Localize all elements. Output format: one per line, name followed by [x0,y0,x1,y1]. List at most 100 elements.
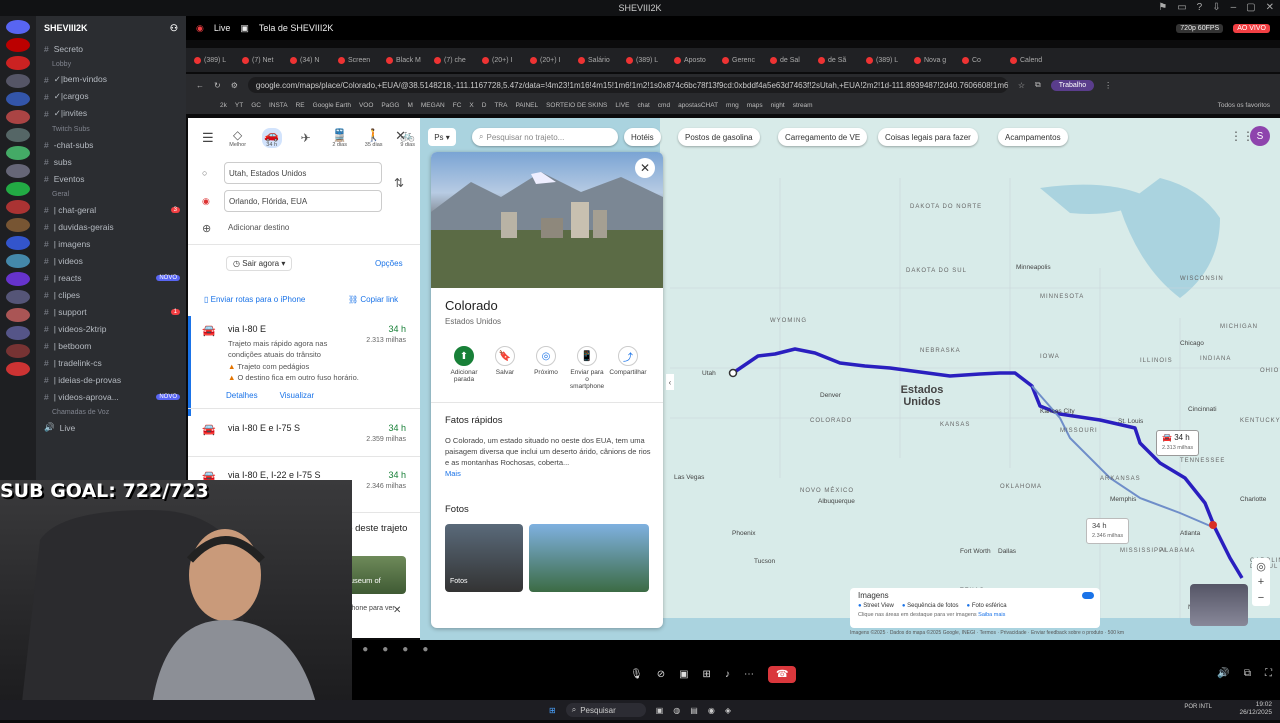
star-icon[interactable]: ☆ [1018,81,1025,90]
channel-item[interactable]: # | tradelink-cs [36,354,186,371]
browser-tab[interactable]: Calend [1010,52,1054,68]
bookmark-item[interactable]: apostasCHAT [678,102,718,109]
place-action-1[interactable]: 🔖 Salvar [490,346,520,376]
origin-marker[interactable] [728,368,738,378]
channel-item[interactable]: 🔊 Live [36,419,186,436]
route-option-3[interactable]: 🚘 via I-80 E, I-22 e I-75 S 34 h 2.346 m… [188,470,420,490]
all-bookmarks[interactable]: Todos os favoritos [1218,102,1270,109]
taskbar-app-icon[interactable]: ◈ [725,706,731,715]
route-search-input[interactable]: ⌕ Pesquisar no trajeto... [472,128,618,146]
bookmark-item[interactable]: SORTEIO DE SKINS [546,102,607,109]
send-to-phone-link[interactable]: ▯ Enviar rotas para o iPhone [204,295,305,304]
bookmark-item[interactable]: stream [793,102,813,109]
bookmark-item[interactable]: INSTA [269,102,288,109]
bookmark-item[interactable]: RE [296,102,305,109]
profile-button[interactable]: Trabalho [1050,79,1095,91]
pin-icon[interactable]: ⚑ [1158,2,1167,13]
swap-icon[interactable]: ⇅ [394,176,404,190]
start-icon[interactable]: ⊞ [549,706,556,715]
channel-item[interactable]: # -chat-subs [36,136,186,153]
bookmark-item[interactable]: YT [235,102,243,109]
browser-tab[interactable]: Gerenc [722,52,766,68]
camera-icon[interactable]: ⊘ [657,669,665,680]
taskbar-app-icon[interactable]: ◉ [708,706,715,715]
filter-chip[interactable]: Acampamentos [998,128,1068,146]
place-action-3[interactable]: 📱 Enviar para o smartphone [570,346,604,390]
photos-thumbnail[interactable]: Fotos [445,524,523,592]
server-icon[interactable] [6,56,30,70]
server-icon[interactable] [6,344,30,358]
back-icon[interactable]: ← [196,81,204,90]
inbox-icon[interactable]: ▭ [1177,2,1186,13]
place-action-4[interactable]: ⤴ Compartilhar [609,346,647,376]
server-icon[interactable] [6,326,30,340]
bookmark-item[interactable]: M [407,102,412,109]
server-icon[interactable] [6,164,30,178]
bookmark-item[interactable]: 2k [220,102,227,109]
depart-dropdown[interactable]: ◷ Sair agora ▾ [226,256,293,271]
filter-chip[interactable]: Carregamento de VE [778,128,868,146]
server-name[interactable]: SHEVIII2K ⚇ [36,16,186,40]
taskbar-app-icon[interactable]: ◍ [673,706,680,715]
bookmark-item[interactable]: cmd [658,102,670,109]
taskbar-lang[interactable]: POR INTL [1184,704,1212,710]
taskbar-clock[interactable]: 19:02 26/12/2025 [1239,701,1272,717]
channel-item[interactable]: # | reacts NOVO [36,269,186,286]
fullscreen-icon[interactable]: ⛶ [1265,668,1272,679]
bookmark-item[interactable]: MEGAN [421,102,445,109]
minimize-icon[interactable]: – [1231,2,1237,13]
channel-item[interactable]: # | betboom [36,337,186,354]
bookmark-item[interactable]: X [469,102,473,109]
browser-tab[interactable]: (20+) I [482,52,526,68]
browser-tab[interactable]: Co [962,52,1006,68]
channel-item[interactable]: # ✓|invites [36,105,186,122]
server-icon-home[interactable] [6,20,30,34]
server-icon[interactable] [6,128,30,142]
disconnect-button[interactable]: ☎ [767,666,797,683]
server-icon[interactable] [6,182,30,196]
imagery-toggle[interactable] [1082,592,1094,599]
route-option-2[interactable]: 🚘 via I-80 E e I-75 S 34 h 2.359 milhas [188,423,420,443]
channel-item[interactable]: # | videos [36,252,186,269]
my-location-icon[interactable]: ◎ [1256,560,1266,573]
bookmark-item[interactable]: mng [726,102,739,109]
maximize-icon[interactable]: ▢ [1246,2,1255,13]
channel-item[interactable]: # | duvidas-gerais [36,218,186,235]
popout-icon[interactable]: ⧉ [1244,668,1251,679]
bookmark-item[interactable]: TRA [494,102,507,109]
filter-chip[interactable]: Postos de gasolina [678,128,760,146]
server-icon[interactable] [6,92,30,106]
browser-tab[interactable]: (7) Net [242,52,286,68]
channel-item[interactable]: # | ideias-de-provas [36,371,186,388]
channel-item[interactable]: # Secreto [36,40,186,57]
channel-item[interactable]: # subs [36,153,186,170]
channel-item[interactable]: # ✓|cargos [36,88,186,105]
soundboard-icon[interactable]: ♪ [725,669,730,680]
photo-thumbnail[interactable] [529,524,649,592]
server-icon[interactable] [6,38,30,52]
extensions-icon[interactable]: ⧉ [1035,80,1041,90]
destination-input[interactable]: Orlando, Flórida, EUA [224,190,382,212]
travel-mode-3[interactable]: 🚆 2 dias [330,128,350,148]
channel-item[interactable]: # | videos-aprova... NOVO [36,388,186,405]
layer-toggle[interactable]: Ps ▾ [428,128,456,146]
help-icon[interactable]: ? [1197,2,1203,13]
travel-mode-2[interactable]: ✈ [296,131,316,145]
server-icon[interactable] [6,272,30,286]
route-time-badge[interactable]: 🚘 34 h 2.313 milhas [1156,430,1200,456]
channel-item[interactable]: # | videos-2ktrip [36,320,186,337]
place-action-2[interactable]: ◎ Próximo [531,346,561,376]
layers-thumbnail[interactable] [1190,584,1248,626]
bookmark-item[interactable]: maps [747,102,763,109]
server-icon[interactable] [6,236,30,250]
volume-icon[interactable]: 🔊 [1217,668,1229,679]
server-icon[interactable] [6,362,30,376]
destination-marker[interactable] [1209,521,1217,529]
browser-tab[interactable]: (389) L [194,52,238,68]
channel-item[interactable]: # ✓|bem-vindos [36,71,186,88]
server-icon[interactable] [6,110,30,124]
server-icon[interactable] [6,218,30,232]
more-link[interactable]: Mais [445,469,461,478]
copy-link[interactable]: ⛓ Copiar link [348,295,398,304]
server-icon[interactable] [6,146,30,160]
